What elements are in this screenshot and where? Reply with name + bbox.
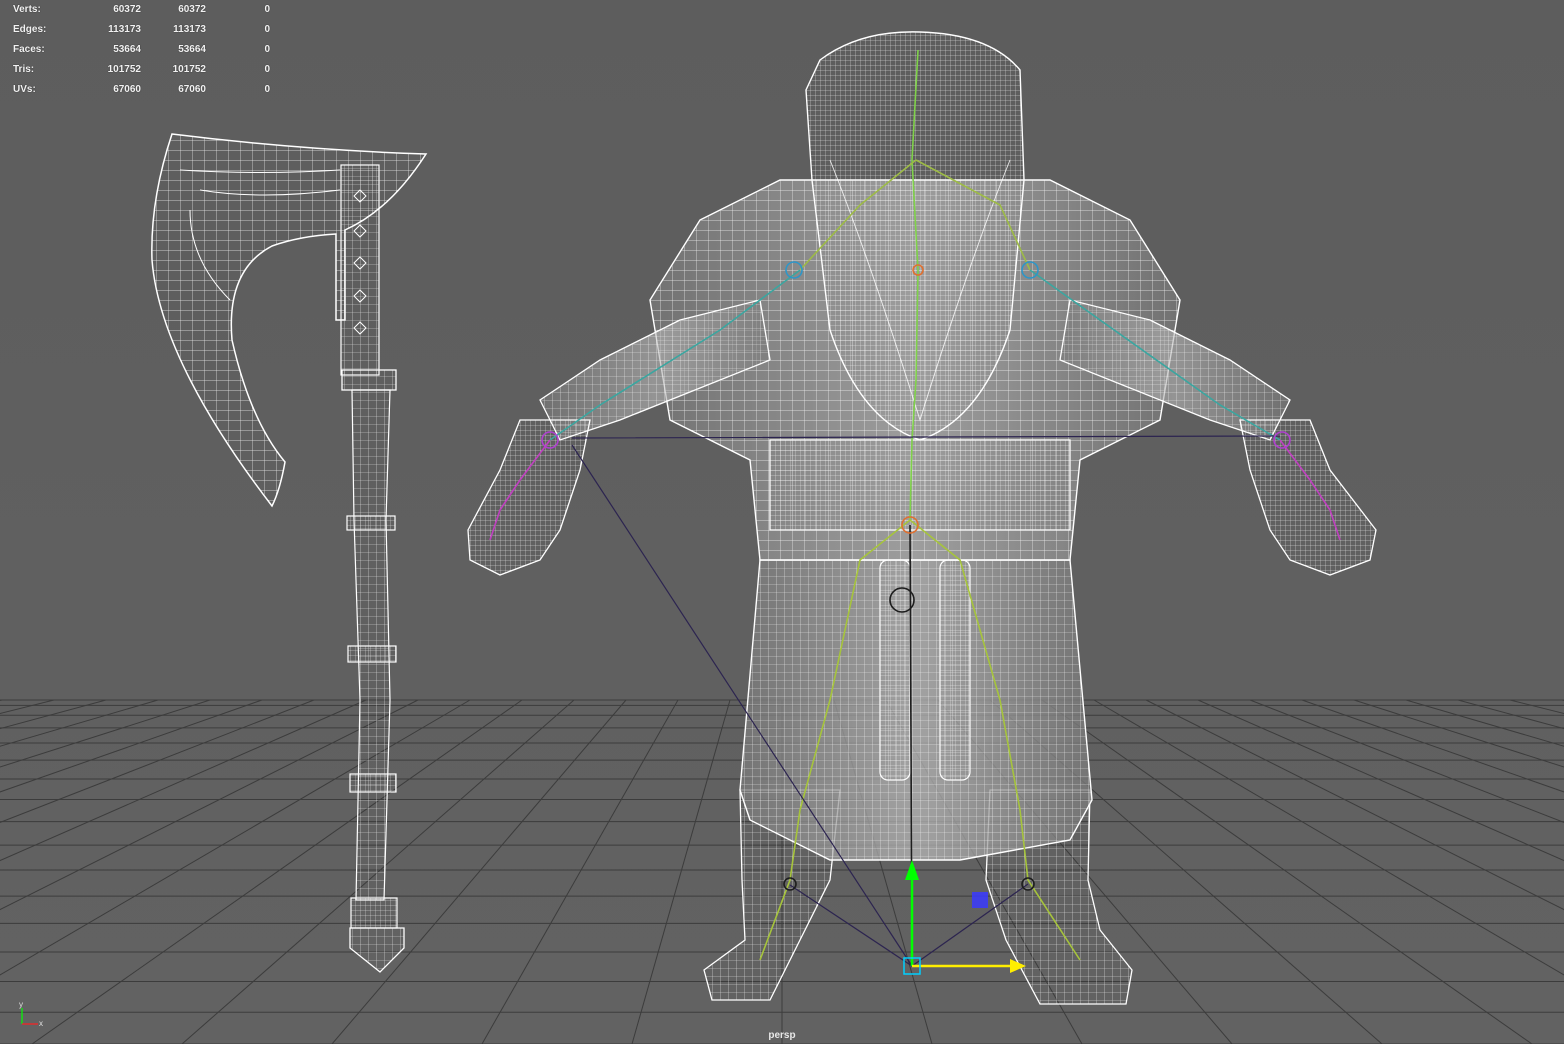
maya-perspective-viewport[interactable]: Verts: 60372 60372 0 Edges: 113173 113173 0 Face… [0,0,1564,1044]
hud-v1: 113173 [108,24,141,35]
hud-v1: 53664 [113,44,141,55]
hud-v3: 0 [264,84,270,95]
hud-v1: 101752 [107,64,141,75]
hud-v2: 113173 [173,24,206,35]
hud-v1: 67060 [113,84,141,95]
axis-orientation-gizmo: y x [19,1000,43,1028]
axis-y-label: y [19,1000,23,1009]
hud-row: Faces: 53664 53664 0 [13,40,273,60]
poly-count-hud: Verts: 60372 60372 0 Edges: 113173 113173 0 Face… [13,0,273,100]
hud-label: Verts: [13,4,41,15]
hud-label: Tris: [13,64,35,75]
camera-name-label: persp [768,1030,796,1041]
hud-label: UVs: [13,84,36,95]
hud-v3: 0 [264,24,270,35]
hud-row: UVs: 67060 67060 0 [13,80,273,100]
hud-v2: 53664 [178,44,206,55]
hud-v3: 0 [264,4,270,15]
hud-v2: 101752 [172,64,206,75]
hud-v3: 0 [264,64,270,75]
hud-v1: 60372 [113,4,141,15]
hud-row: Tris: 101752 101752 0 [13,60,273,80]
hud-v3: 0 [264,44,270,55]
hud-label: Faces: [13,44,45,55]
hud-row: Edges: 113173 113173 0 [13,20,273,40]
dwarf-character-mesh[interactable] [467,31,1377,1005]
axe-mesh[interactable] [151,133,428,973]
scene-canvas[interactable] [0,0,1564,1044]
hud-v2: 60372 [178,4,206,15]
hud-row: Verts: 60372 60372 0 [13,0,273,20]
hud-label: Edges: [13,24,47,35]
axis-x-label: x [39,1019,43,1028]
hud-v2: 67060 [178,84,206,95]
